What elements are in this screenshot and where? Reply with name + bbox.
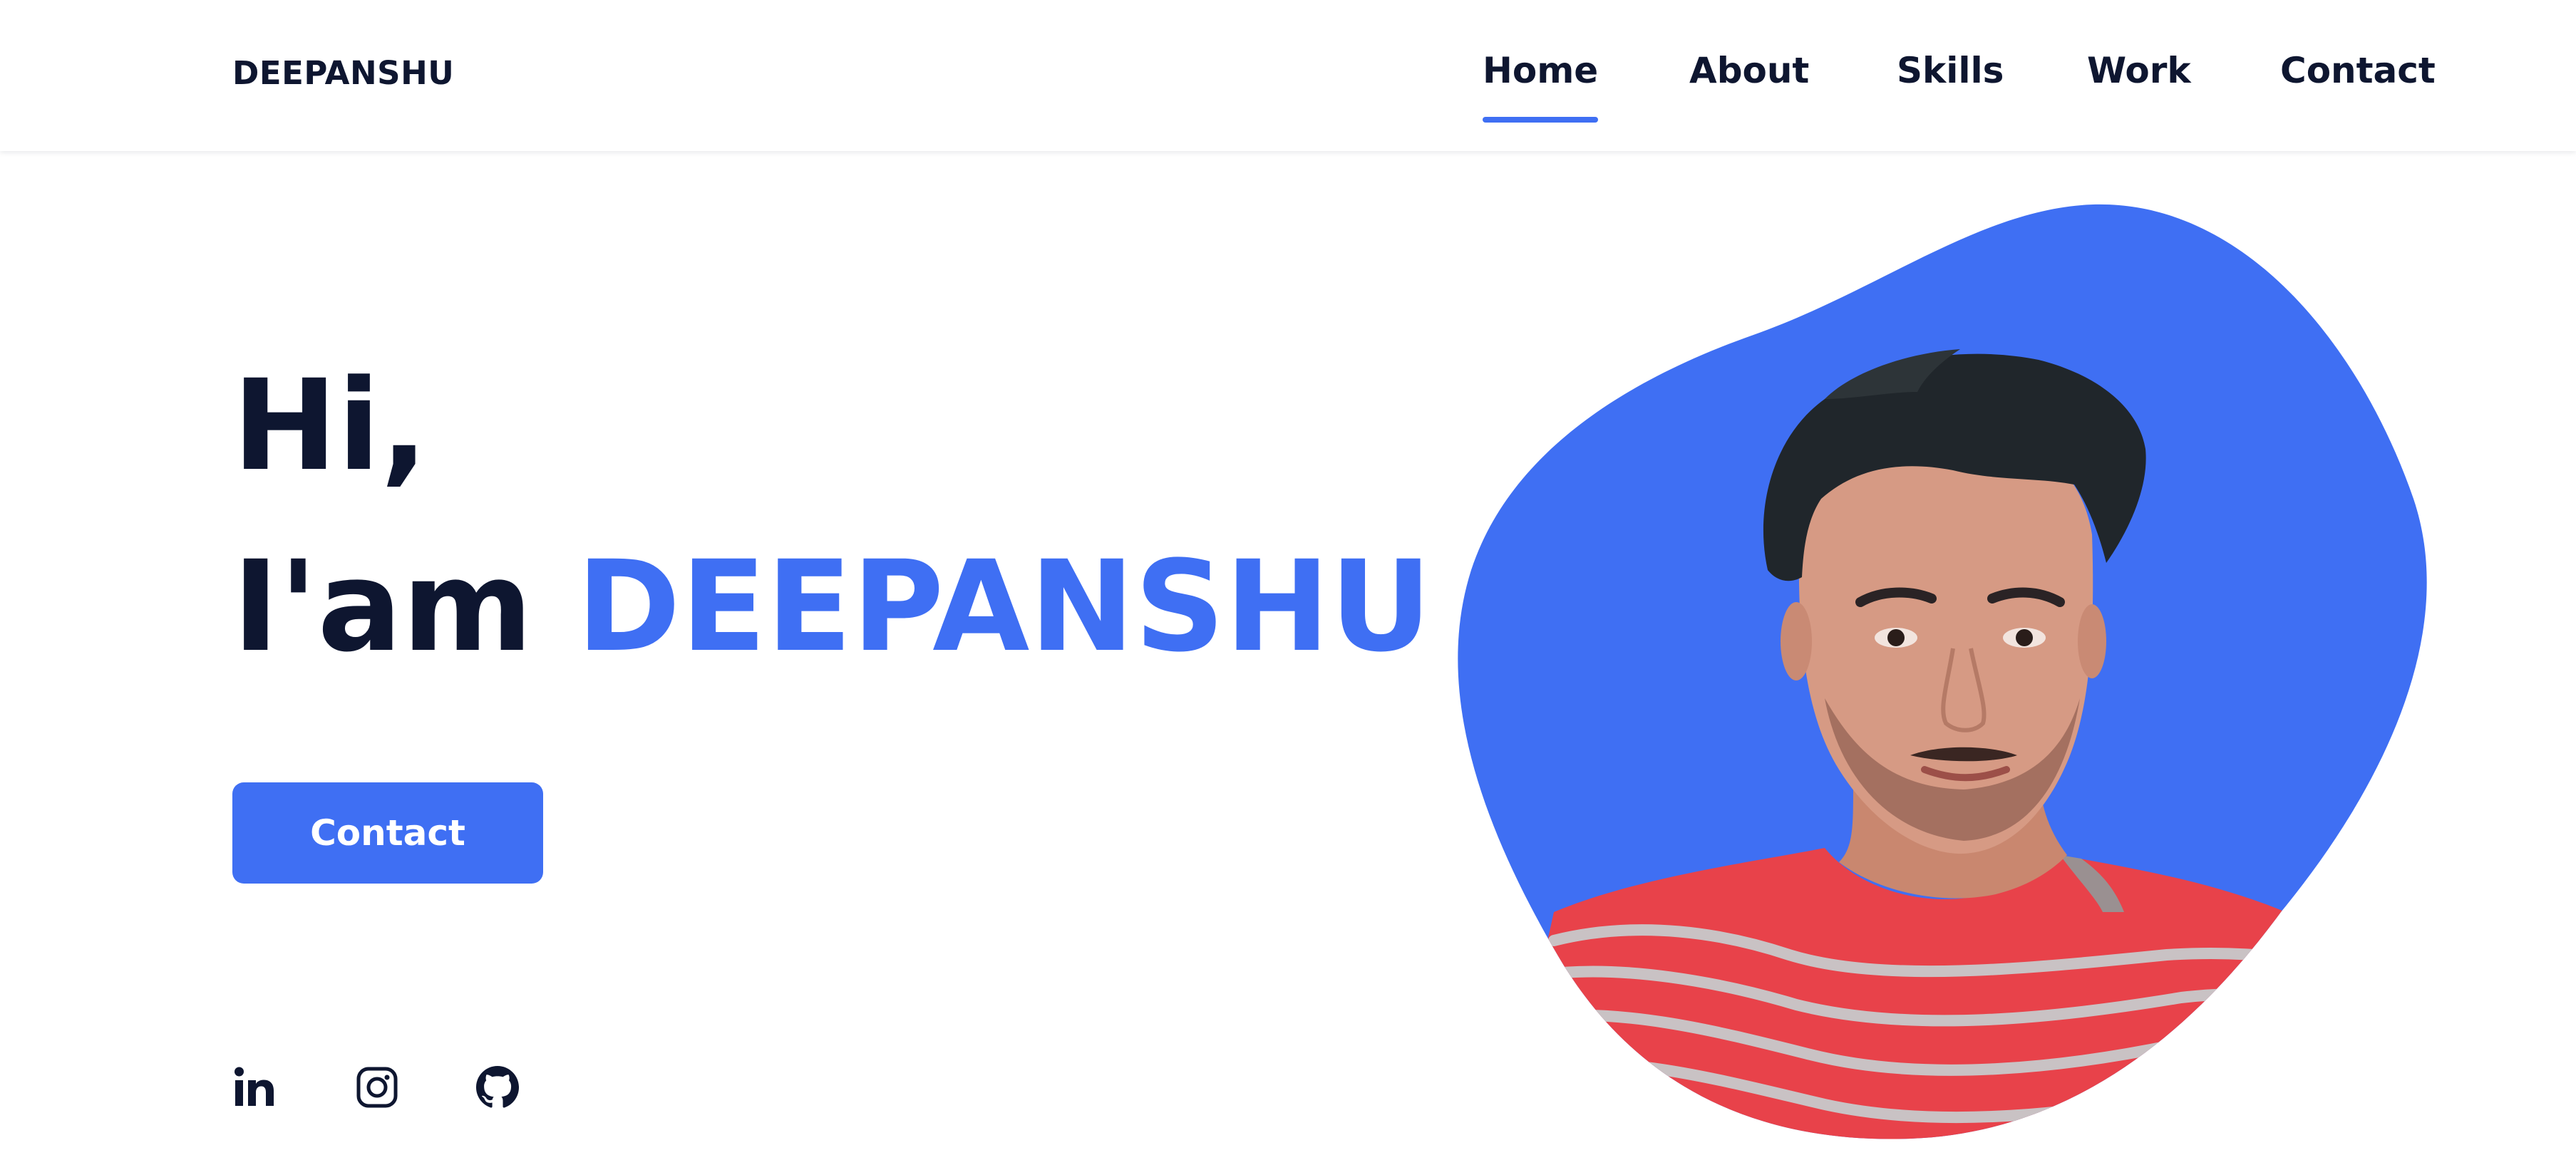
linkedin-icon [232, 1065, 278, 1110]
github-link[interactable] [475, 1065, 520, 1110]
main-nav: Home About Skills Work Contact [0, 50, 2576, 128]
github-icon [475, 1065, 520, 1110]
hero-intro: I'am [232, 534, 533, 680]
hero-name: DEEPANSHU [576, 534, 1432, 680]
instagram-icon [354, 1065, 400, 1110]
hero-title: I'am DEEPANSHU [232, 543, 1432, 671]
nav-home[interactable]: Home [1483, 50, 1599, 123]
contact-button[interactable]: Contact [232, 782, 543, 884]
profile-photo [1458, 204, 2427, 1139]
nav-work[interactable]: Work [2087, 50, 2191, 123]
linkedin-link[interactable] [232, 1065, 278, 1110]
instagram-link[interactable] [354, 1065, 400, 1110]
nav-contact[interactable]: Contact [2280, 50, 2436, 123]
nav-skills[interactable]: Skills [1897, 50, 2004, 123]
site-header: DEEPANSHU Home About Skills Work Contact [0, 0, 2576, 151]
nav-about[interactable]: About [1689, 50, 1809, 123]
hero-greeting: Hi, [232, 353, 428, 499]
profile-blob [1454, 200, 2431, 1170]
